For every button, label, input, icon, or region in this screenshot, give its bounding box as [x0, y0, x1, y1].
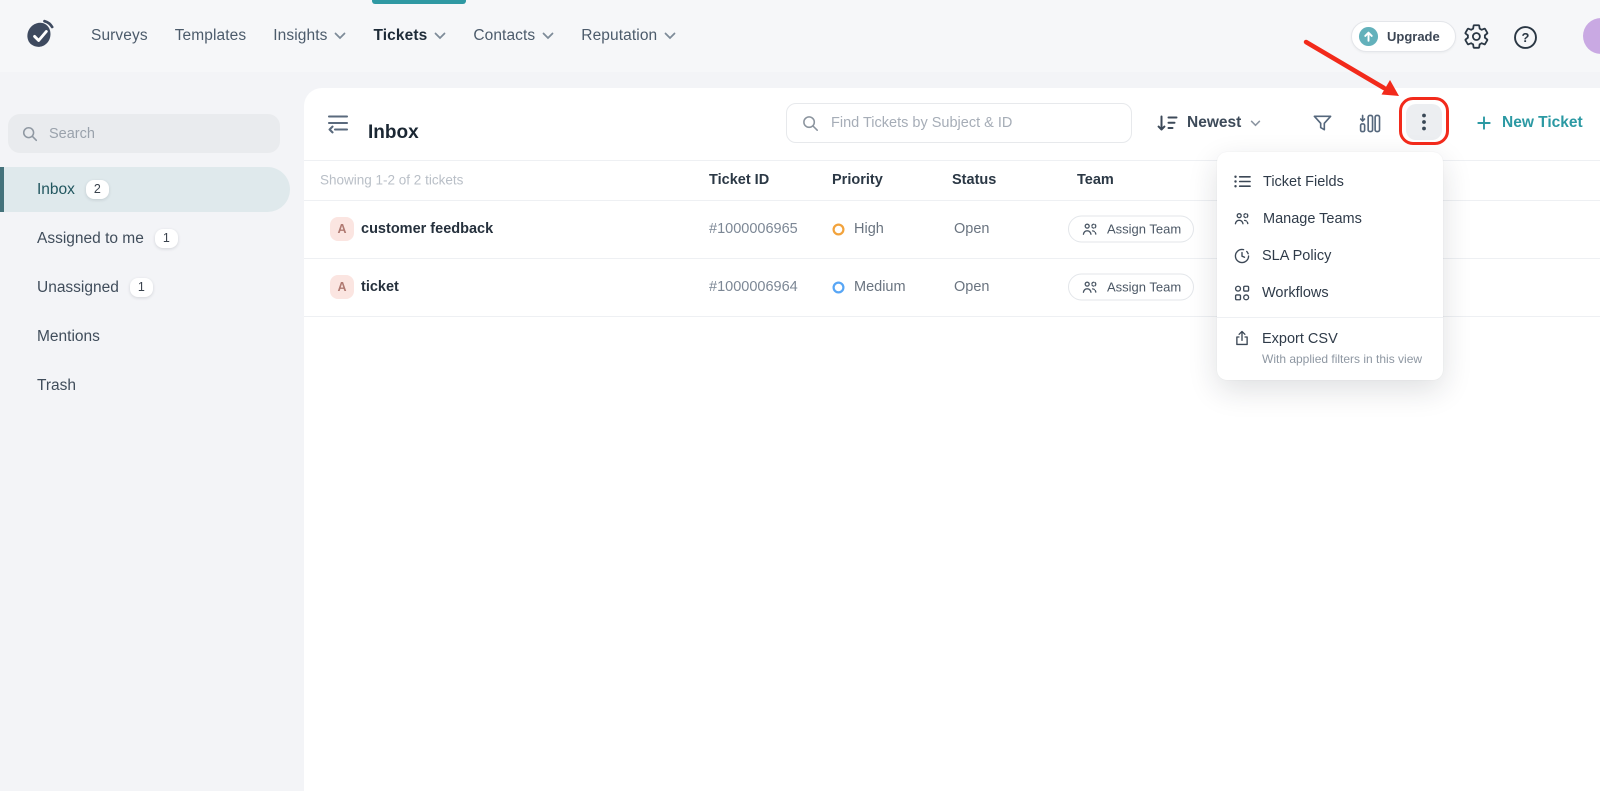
menu-item-sla-policy[interactable]: SLA Policy: [1217, 237, 1443, 274]
menu-item-manage-teams[interactable]: Manage Teams: [1217, 200, 1443, 237]
sidebar-nav: Inbox 2 Assigned to me 1 Unassigned 1 Me…: [0, 167, 290, 412]
search-icon: [21, 125, 38, 142]
help-icon[interactable]: ?: [1512, 24, 1539, 51]
ticket-id: #1000006965: [709, 221, 798, 237]
user-avatar[interactable]: [1583, 18, 1600, 54]
collapse-sidebar-icon[interactable]: [325, 112, 351, 136]
nav-item-insights[interactable]: Insights: [273, 27, 346, 45]
kebab-menu-icon: [1412, 110, 1436, 134]
sidebar-item-assigned-to-me[interactable]: Assigned to me 1: [0, 216, 290, 261]
sort-dropdown[interactable]: Newest: [1156, 103, 1261, 143]
avatar: A: [330, 217, 354, 241]
ticket-views-sidebar: Inbox 2 Assigned to me 1 Unassigned 1 Me…: [0, 72, 304, 791]
team-people-icon: [1081, 221, 1100, 238]
new-ticket-button[interactable]: New Ticket: [1476, 103, 1583, 143]
ticket-subject: ticket: [361, 279, 399, 295]
sort-value: Newest: [1187, 114, 1241, 132]
assigned-count-badge: 1: [155, 229, 178, 248]
unassigned-count-badge: 1: [130, 278, 153, 297]
ticket-priority: High: [832, 221, 884, 237]
settings-gear-icon[interactable]: [1463, 23, 1490, 50]
ticket-subject: customer feedback: [361, 221, 493, 237]
nav-item-tickets[interactable]: Tickets: [373, 27, 446, 45]
sidebar-item-mentions[interactable]: Mentions: [0, 314, 290, 359]
chevron-down-icon: [434, 32, 446, 40]
priority-ring-icon: [832, 223, 845, 236]
avatar: A: [330, 275, 354, 299]
sidebar-item-trash[interactable]: Trash: [0, 363, 290, 408]
sidebar-search-input[interactable]: [47, 125, 267, 143]
ticket-status: Open: [954, 221, 989, 237]
sla-clock-icon: [1233, 247, 1251, 265]
more-options-button[interactable]: [1406, 104, 1442, 140]
plus-icon: [1476, 115, 1492, 131]
chevron-down-icon: [664, 32, 676, 40]
workflow-icon: [1233, 284, 1251, 302]
inbox-count-badge: 2: [86, 180, 109, 199]
assign-team-button[interactable]: Assign Team: [1068, 216, 1194, 243]
teams-icon: [1233, 210, 1252, 227]
chevron-down-icon: [542, 32, 554, 40]
ticket-search-box[interactable]: [786, 103, 1132, 143]
upgrade-arrow-icon: [1358, 26, 1379, 47]
export-csv-label: Export CSV: [1262, 329, 1422, 349]
column-header-team: Team: [1077, 172, 1114, 188]
menu-item-export-csv[interactable]: Export CSV With applied filters in this …: [1217, 327, 1443, 366]
sidebar-item-inbox[interactable]: Inbox 2: [0, 167, 290, 212]
page-title: Inbox: [368, 122, 419, 144]
search-icon: [801, 114, 819, 132]
top-navigation-bar: Surveys Templates Insights Tickets Conta…: [0, 0, 1600, 72]
column-header-ticket-id: Ticket ID: [709, 172, 769, 188]
column-header-priority: Priority: [832, 172, 883, 188]
filter-funnel-icon[interactable]: [1311, 113, 1334, 134]
sidebar-search-box[interactable]: [8, 114, 280, 153]
ticket-id: #1000006964: [709, 279, 798, 295]
svg-text:?: ?: [1522, 30, 1530, 45]
sidebar-item-unassigned[interactable]: Unassigned 1: [0, 265, 290, 310]
export-csv-sublabel: With applied filters in this view: [1262, 352, 1422, 366]
priority-ring-icon: [832, 281, 845, 294]
team-people-icon: [1081, 279, 1100, 296]
nav-item-surveys[interactable]: Surveys: [91, 27, 148, 45]
menu-item-workflows[interactable]: Workflows: [1217, 274, 1443, 311]
list-icon: [1233, 173, 1252, 190]
nav-item-contacts[interactable]: Contacts: [473, 27, 554, 45]
results-summary: Showing 1-2 of 2 tickets: [320, 173, 463, 188]
export-icon: [1233, 329, 1251, 347]
ticket-status: Open: [954, 279, 989, 295]
column-header-status: Status: [952, 172, 996, 188]
ticket-priority: Medium: [832, 279, 906, 295]
menu-item-ticket-fields[interactable]: Ticket Fields: [1217, 163, 1443, 200]
ticket-search-input[interactable]: [829, 114, 1117, 132]
primary-nav: Surveys Templates Insights Tickets Conta…: [91, 0, 676, 72]
menu-divider: [1217, 317, 1443, 318]
nav-item-templates[interactable]: Templates: [175, 27, 247, 45]
app-logo-icon[interactable]: [22, 17, 58, 55]
more-options-dropdown: Ticket Fields Manage Teams SLA Policy Wo…: [1217, 152, 1443, 380]
nav-item-reputation[interactable]: Reputation: [581, 27, 676, 45]
chevron-down-icon: [1250, 120, 1261, 127]
upgrade-button[interactable]: Upgrade: [1351, 21, 1456, 52]
assign-team-button[interactable]: Assign Team: [1068, 274, 1194, 301]
chevron-down-icon: [334, 32, 346, 40]
sort-icon: [1156, 113, 1178, 133]
manage-columns-icon[interactable]: [1358, 113, 1381, 134]
